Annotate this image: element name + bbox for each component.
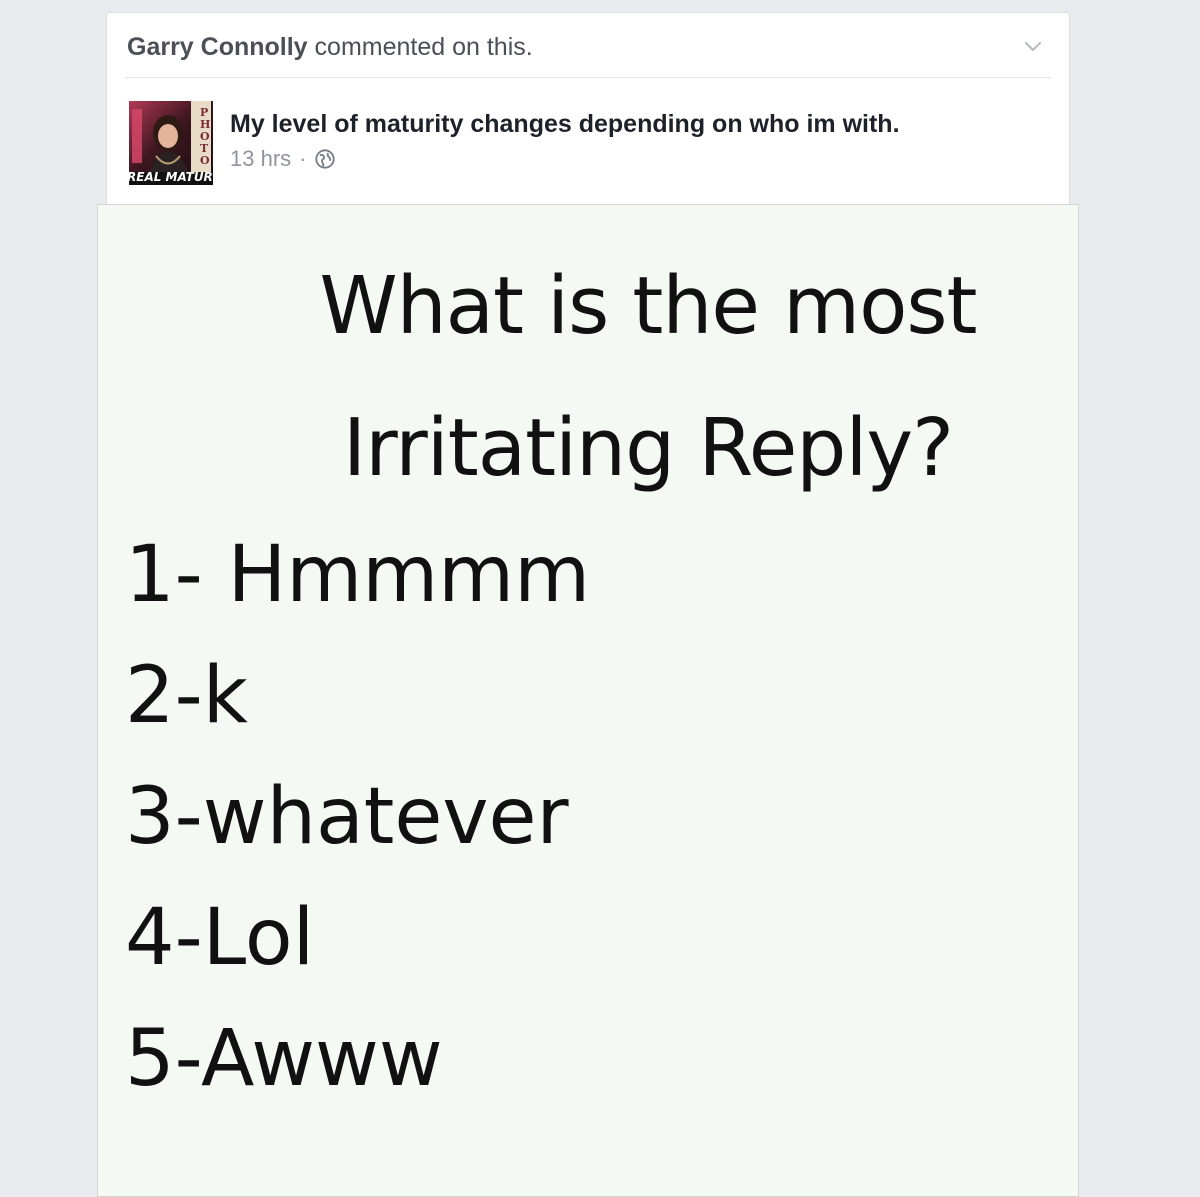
reply-option: 5-Awww <box>125 1014 443 1104</box>
globe-icon[interactable] <box>314 148 336 170</box>
avatar-side-text: PHOTO <box>200 106 211 167</box>
image-title: What is the most Irritating Reply? <box>228 235 1068 519</box>
image-title-line: Irritating Reply? <box>342 402 954 494</box>
shared-post-header: REAL MATURI PHOTO My level of maturity c… <box>129 101 1049 191</box>
feed-story-card: Garry Connolly commented on this. REAL M… <box>97 12 1079 1197</box>
story-header: Garry Connolly commented on this. <box>127 29 1009 65</box>
reply-option: 1- Hmmmm <box>125 530 591 620</box>
shared-post-text: My level of maturity changes depending o… <box>230 107 1049 175</box>
meta-separator: · <box>299 146 307 171</box>
reply-option: 2-k <box>125 651 248 741</box>
post-meta: 13 hrs · <box>230 143 1049 175</box>
reply-option: 4-Lol <box>125 893 315 983</box>
post-image[interactable]: What is the most Irritating Reply? 1- Hm… <box>97 204 1079 1197</box>
chevron-down-icon[interactable] <box>1021 35 1045 59</box>
header-divider <box>125 77 1051 78</box>
page-title-link[interactable]: My level of maturity changes depending o… <box>230 107 1049 141</box>
reply-option: 3-whatever <box>125 772 569 862</box>
story-action-text: commented on this. <box>314 33 533 61</box>
image-title-line: What is the most <box>319 260 977 352</box>
reply-options-list: 1- Hmmmm 2-k 3-whatever 4-Lol 5-Awww <box>125 515 590 1120</box>
avatar-caption: REAL MATURI <box>129 170 213 184</box>
page-avatar[interactable]: REAL MATURI PHOTO <box>129 101 213 185</box>
actor-name-link[interactable]: Garry Connolly <box>127 33 308 61</box>
post-timestamp[interactable]: 13 hrs <box>230 146 291 172</box>
